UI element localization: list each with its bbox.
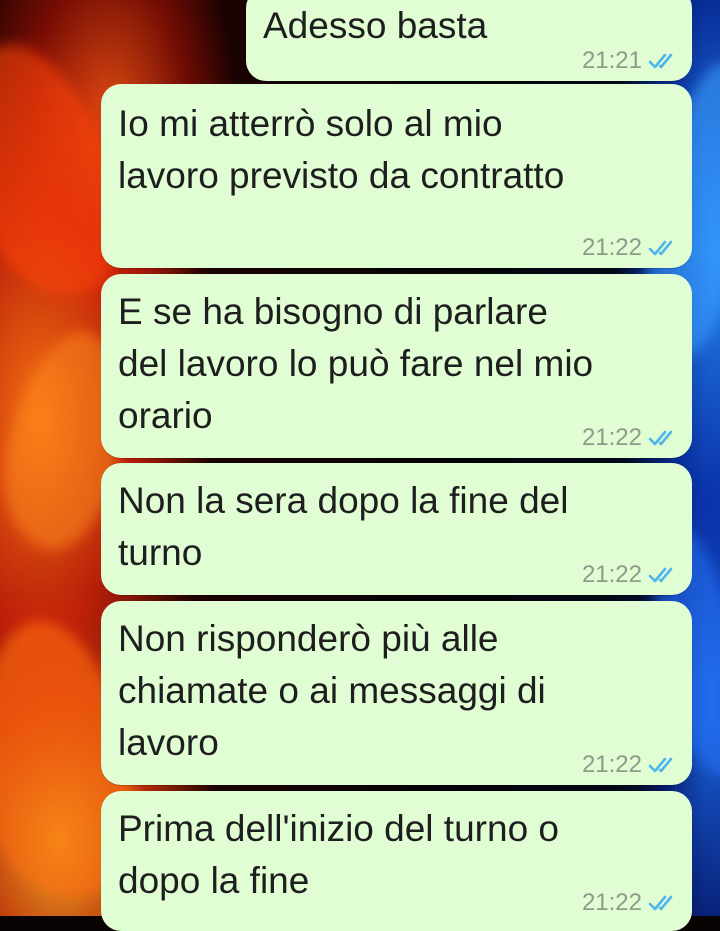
message-time: 21:21: [581, 47, 642, 74]
message-text: Adesso basta: [263, 5, 488, 46]
outgoing-message-bubble[interactable]: Adesso basta 21:21: [246, 0, 692, 81]
message-text: Non la sera dopo la fine del turno: [118, 480, 569, 573]
double-check-icon: [648, 430, 673, 446]
double-check-icon: [648, 240, 673, 256]
outgoing-message-bubble[interactable]: Prima dell'inizio del turno o dopo la fi…: [101, 791, 692, 931]
double-check-icon: [648, 567, 673, 583]
message-text: Prima dell'inizio del turno o dopo la fi…: [118, 808, 560, 901]
message-meta: 21:22: [582, 234, 678, 262]
message-text: Non risponderò più alle chiamate o ai me…: [118, 618, 546, 763]
outgoing-message-bubble[interactable]: E se ha bisogno di parlare del lavoro lo…: [101, 274, 692, 458]
outgoing-message-bubble[interactable]: Non la sera dopo la fine del turno 21:22: [101, 463, 692, 595]
message-meta: 21:22: [582, 889, 678, 917]
double-check-icon: [648, 895, 673, 911]
outgoing-message-bubble[interactable]: Non risponderò più alle chiamate o ai me…: [101, 601, 692, 785]
message-time: 21:22: [581, 561, 642, 588]
message-time: 21:22: [581, 234, 642, 261]
message-time: 21:22: [581, 889, 642, 916]
message-time: 21:22: [581, 424, 642, 451]
message-meta: 21:22: [582, 561, 678, 589]
double-check-icon: [648, 757, 673, 773]
message-time: 21:22: [581, 751, 642, 778]
message-meta: 21:21: [582, 47, 678, 75]
message-meta: 21:22: [582, 424, 678, 452]
message-meta: 21:22: [582, 751, 678, 779]
double-check-icon: [648, 53, 673, 69]
message-text: Io mi atterrò solo al mio lavoro previst…: [118, 103, 565, 196]
message-text: E se ha bisogno di parlare del lavoro lo…: [118, 291, 594, 436]
outgoing-message-bubble[interactable]: Io mi atterrò solo al mio lavoro previst…: [101, 84, 692, 268]
